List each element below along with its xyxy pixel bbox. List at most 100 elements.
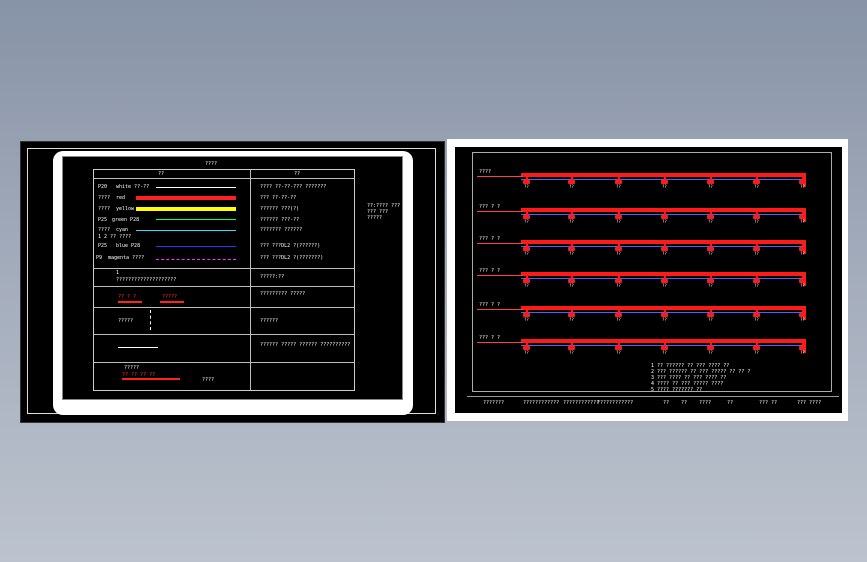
table-rule	[94, 178, 354, 179]
row-code: P25	[98, 217, 108, 223]
sprinkler-head-icon: ??	[707, 308, 714, 322]
drop-tag: ??	[708, 283, 713, 288]
pipe-row: ??? ? ???????????????	[473, 266, 833, 296]
sprinkler-head-icon: ??	[707, 242, 714, 256]
feed-pipe	[477, 211, 523, 212]
title-cell: ??	[681, 400, 688, 406]
table-rule	[94, 286, 354, 287]
drop-tag: ??	[662, 317, 667, 322]
table-rule	[94, 307, 354, 308]
pipe-sample	[118, 301, 142, 303]
drop-tag: ??	[662, 251, 667, 256]
row-label: cyan	[116, 227, 129, 233]
row-label: red	[116, 195, 126, 201]
sprinkler-head-icon: ??	[753, 242, 760, 256]
drop-tag: ??	[754, 251, 759, 256]
drop-tag: ??	[524, 283, 529, 288]
drop-tag: ??	[569, 219, 574, 224]
title-cell: ??? ????	[797, 400, 822, 406]
table-rule	[94, 362, 354, 363]
sprinkler-head-icon: ??	[799, 242, 806, 256]
drop-tag: ??	[616, 350, 621, 355]
drop-tag: ??	[754, 350, 759, 355]
feed-pipe	[477, 275, 523, 276]
sprinkler-head-icon: ??	[523, 175, 530, 189]
sprinkler-head-icon: ??	[707, 274, 714, 288]
row-label: 1 2 ?? ????	[98, 234, 132, 240]
magenta-line-swatch	[156, 259, 236, 260]
drop-tag: ??	[800, 317, 805, 322]
sprinkler-head-icon: ??	[523, 341, 530, 355]
left-drawing-sheet[interactable]: ???? ?? ?? P20 white ??-?? ???? ??-??-??…	[20, 141, 445, 423]
sprinkler-head-icon: ??	[753, 175, 760, 189]
drop-tag: ??	[524, 184, 529, 189]
green-line-swatch	[156, 219, 236, 220]
row-code: ????	[98, 195, 111, 201]
row-note: ???? ??-??-??? ???????	[260, 184, 327, 190]
row-label: yellow	[116, 206, 135, 212]
sprinkler-head-icon: ??	[568, 274, 575, 288]
sprinkler-head-icon: ??	[661, 242, 668, 256]
table-rule	[94, 268, 354, 269]
row-label: magenta ????	[108, 255, 145, 261]
title-cell: ????????????	[597, 400, 634, 406]
pipe-row: ??? ? ???????????????	[473, 300, 833, 330]
pipe-row: ??? ? ???????????????	[473, 234, 833, 264]
sheet-title: ????	[205, 161, 218, 167]
drop-tag: ??	[708, 219, 713, 224]
sprinkler-head-icon: ??	[523, 210, 530, 224]
row-code: P9	[96, 255, 103, 261]
drop-tag: ??	[754, 184, 759, 189]
drop-tag: ??	[616, 219, 621, 224]
row-label: ????	[479, 169, 492, 175]
title-cell: ??	[727, 400, 734, 406]
drop-tag: ??	[616, 184, 621, 189]
sprinkler-head-icon: ??	[661, 341, 668, 355]
drop-tag: ??	[800, 283, 805, 288]
row-note: ?????? ???-??	[260, 217, 300, 223]
drop-tag: ??	[662, 350, 667, 355]
drop-tag: ??	[662, 184, 667, 189]
sprinkler-head-icon: ??	[707, 175, 714, 189]
row-label: ??? ? ?	[479, 302, 501, 308]
red-line-swatch	[136, 196, 236, 200]
header-left: ??	[158, 171, 165, 177]
drop-tag: ??	[569, 350, 574, 355]
sprinkler-head-icon: ??	[753, 274, 760, 288]
drop-tag: ??	[708, 317, 713, 322]
cell-text: ?????	[162, 294, 178, 300]
drop-tag: ??	[524, 317, 529, 322]
yellow-line-swatch	[136, 207, 236, 211]
drop-tag: ??	[569, 283, 574, 288]
sprinkler-head-icon: ??	[707, 210, 714, 224]
sprinkler-head-icon: ??	[568, 242, 575, 256]
row-note: ??????? ??????	[260, 227, 303, 233]
table-divider	[250, 170, 251, 390]
row-note: ??? ??-??-??	[260, 195, 297, 201]
pipe-sample	[118, 347, 158, 348]
right-drawing-sheet[interactable]: ????????????????????? ? ????????????????…	[447, 139, 848, 421]
cell-text: ?????	[124, 365, 140, 371]
feed-pipe	[477, 342, 523, 343]
cell-text: ?????	[118, 318, 134, 324]
row-note: ??? ???DL2 ?(??????)	[260, 243, 321, 249]
sprinkler-head-icon: ??	[523, 274, 530, 288]
sprinkler-head-icon: ??	[615, 210, 622, 224]
feed-pipe	[477, 176, 523, 177]
cell-text: ?????:??	[260, 274, 285, 280]
pipe-sample	[160, 301, 184, 303]
row-code: ????	[98, 206, 111, 212]
sprinkler-head-icon: ??	[661, 308, 668, 322]
row-code: ????	[98, 227, 111, 233]
sprinkler-head-icon: ??	[753, 308, 760, 322]
drop-tag: ??	[569, 251, 574, 256]
cell-text: 1	[116, 270, 120, 276]
table-rule	[94, 334, 354, 335]
drawing-area: ???? ?? ?? P20 white ??-?? ???? ??-??-??…	[62, 156, 403, 400]
cell-text: ?? ? ?	[118, 294, 137, 300]
title-cell: ???????	[483, 400, 505, 406]
cyan-line-swatch	[136, 230, 236, 231]
sprinkler-head-icon: ??	[799, 341, 806, 355]
row-label: green P28	[112, 217, 140, 223]
sprinkler-head-icon: ??	[568, 175, 575, 189]
